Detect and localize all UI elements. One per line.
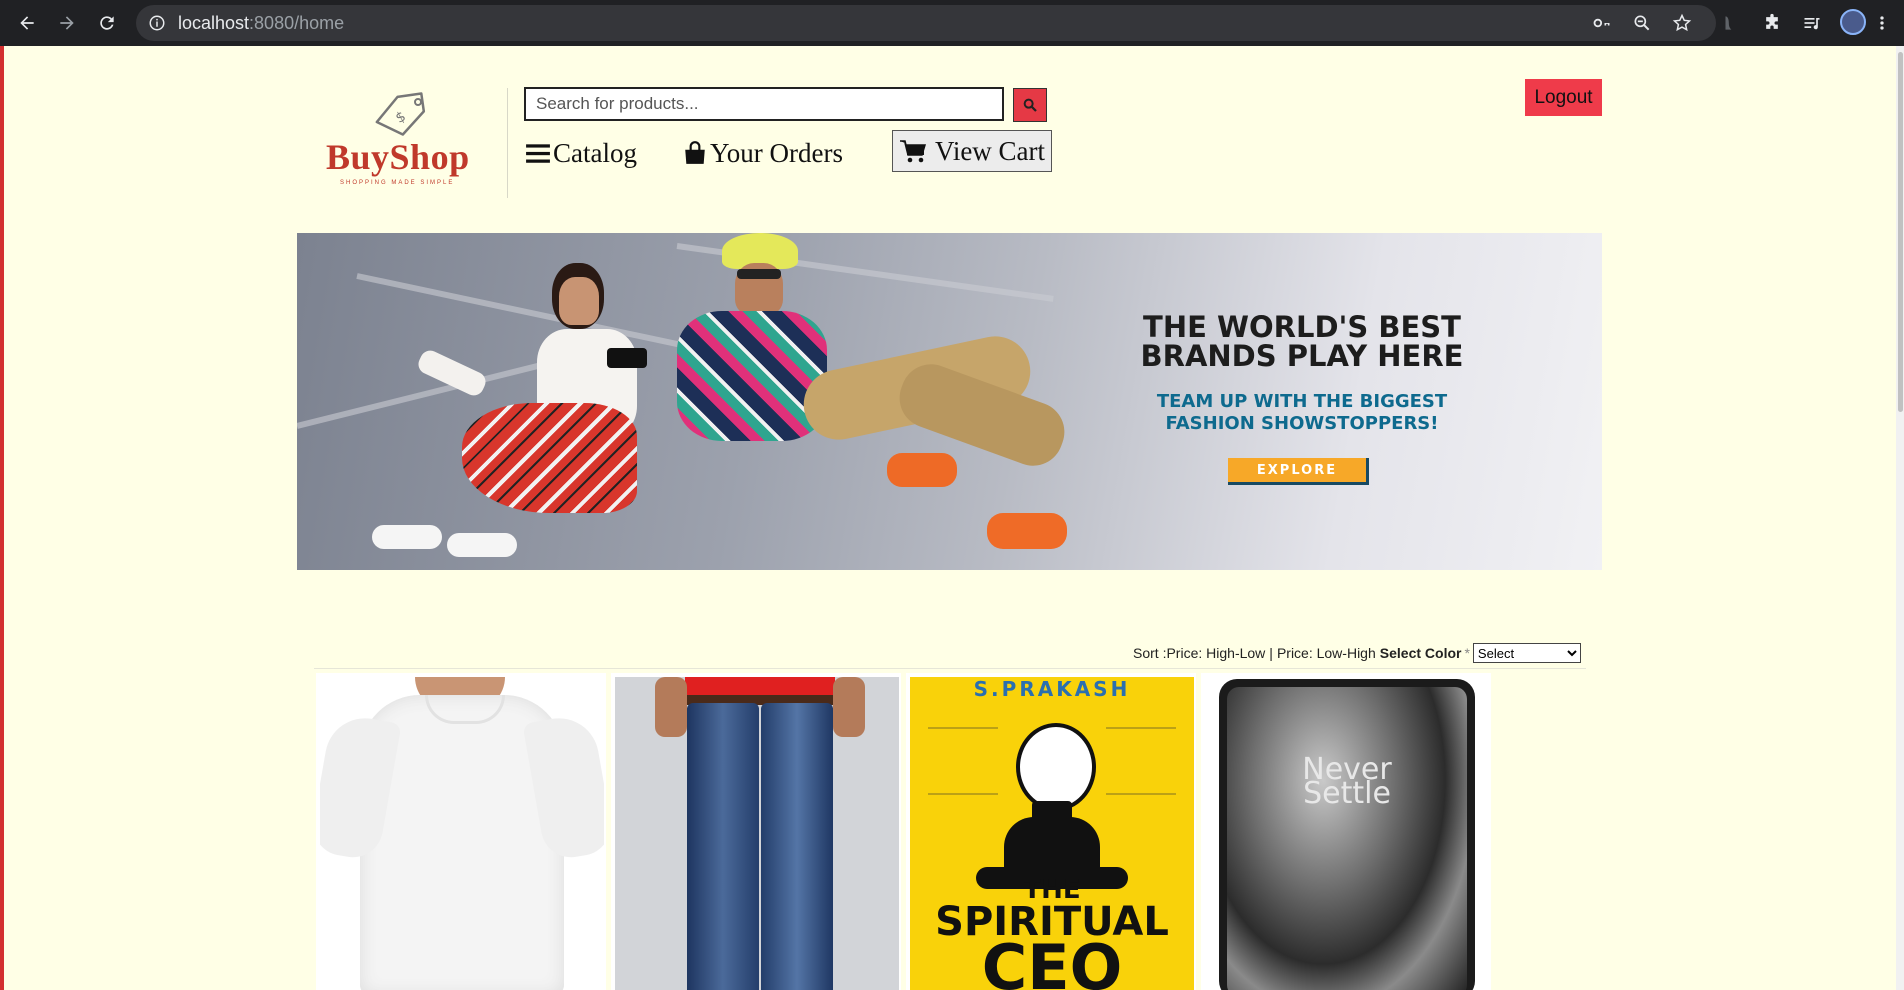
price-tag-icon: $: [375, 92, 426, 136]
book-title-line3: CEO: [981, 931, 1123, 990]
logout-button[interactable]: Logout: [1525, 79, 1602, 116]
lightbulb-illustration: [1016, 723, 1096, 811]
hero-subtitle: TEAM UP WITH THE BIGGEST FASHION SHOWSTO…: [1156, 391, 1448, 434]
product-image-book[interactable]: S.PRAKASH THE SPIRITUAL CEO: [910, 677, 1194, 990]
book-author: S.PRAKASH: [973, 677, 1131, 701]
cart-icon: [899, 140, 926, 163]
star-icon[interactable]: [1670, 11, 1694, 35]
orders-label: Your Orders: [710, 137, 844, 168]
sort-separator: |: [1269, 645, 1273, 661]
sort-label: Sort :: [1133, 645, 1167, 661]
hamburger-icon: [526, 144, 550, 163]
product-image-tshirt[interactable]: [320, 677, 604, 990]
sort-high-low-link[interactable]: Price: High-Low: [1166, 645, 1265, 661]
search-input[interactable]: [524, 87, 1004, 121]
key-icon[interactable]: [1590, 11, 1614, 35]
catalog-link[interactable]: Catalog: [525, 135, 637, 171]
browser-toolbar: localhost:8080/home: [0, 0, 1904, 46]
svg-text:$: $: [393, 108, 409, 126]
hero-title: THE WORLD'S BEST BRANDS PLAY HERE: [1140, 310, 1464, 373]
profile-avatar[interactable]: [1840, 9, 1866, 35]
product-image-phone[interactable]: Never Settle: [1205, 677, 1489, 990]
back-icon[interactable]: [14, 10, 40, 36]
header-divider: [507, 88, 508, 198]
search-button[interactable]: [1013, 88, 1047, 122]
media-icon[interactable]: [1800, 11, 1824, 35]
info-icon[interactable]: [148, 14, 166, 32]
phone-screen-text-2: Settle: [1303, 776, 1391, 811]
hero-banner[interactable]: THE WORLD'S BEST BRANDS PLAY HERE TEAM U…: [297, 233, 1602, 570]
forward-icon[interactable]: [54, 10, 80, 36]
required-mark: *: [1464, 645, 1470, 661]
brand-logo[interactable]: $ BuyShop SHOPPING MADE SIMPLE: [318, 88, 488, 188]
product-card[interactable]: Never Settle: [1201, 673, 1491, 990]
zoom-icon[interactable]: [1630, 11, 1654, 35]
product-image-jeans[interactable]: [615, 677, 899, 990]
cart-label: View Cart: [934, 135, 1046, 166]
product-grid-divider: [314, 668, 1586, 669]
orders-link[interactable]: Your Orders: [682, 135, 843, 171]
extensions-icon[interactable]: [1760, 11, 1784, 35]
search-icon: [1023, 98, 1037, 112]
url-text[interactable]: localhost:8080/home: [178, 13, 344, 34]
color-select[interactable]: Select: [1472, 643, 1581, 663]
brand-tagline: SHOPPING MADE SIMPLE: [340, 180, 455, 186]
sort-low-high-link[interactable]: Price: Low-High: [1277, 645, 1376, 661]
menu-icon[interactable]: [1874, 11, 1890, 35]
scrollbar-thumb[interactable]: [1898, 52, 1903, 412]
sort-bar: Sort : Price: High-Low | Price: Low-High…: [1133, 642, 1581, 664]
product-card[interactable]: S.PRAKASH THE SPIRITUAL CEO: [906, 673, 1196, 990]
brand-name: BuyShop: [326, 137, 470, 177]
product-card[interactable]: [316, 673, 606, 990]
view-cart-button[interactable]: View Cart: [892, 130, 1052, 172]
address-bar[interactable]: localhost:8080/home: [136, 5, 1716, 41]
explore-button[interactable]: EXPLORE: [1228, 458, 1369, 485]
select-color-label: Select Color: [1379, 645, 1462, 661]
shopping-bag-icon: [685, 141, 705, 164]
reload-icon[interactable]: [94, 10, 120, 36]
window-edge: [0, 46, 4, 990]
catalog-label: Catalog: [553, 137, 637, 168]
extension-grey-icon[interactable]: [1716, 11, 1740, 35]
product-card[interactable]: [611, 673, 901, 990]
